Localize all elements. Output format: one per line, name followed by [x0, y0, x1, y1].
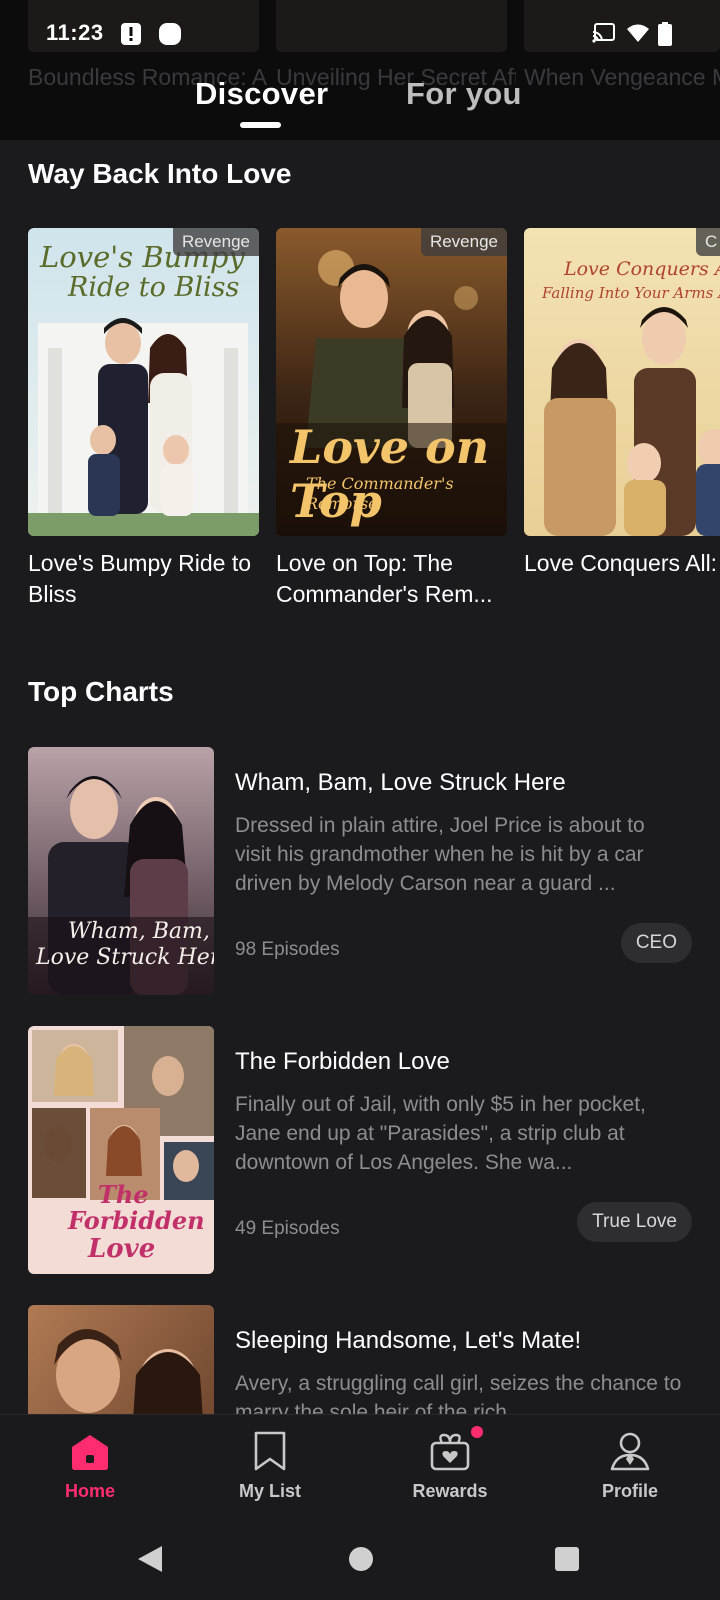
nav-item-my-list[interactable]: My List	[180, 1415, 360, 1519]
poster-title-text: The	[98, 1180, 149, 1209]
genre-tag: Revenge	[172, 228, 259, 256]
nav-item-home[interactable]: Home	[0, 1415, 180, 1519]
genre-tag: C	[696, 228, 720, 256]
drama-card[interactable]: Love on Top The Commander's Remorse Reve…	[276, 228, 507, 610]
home-button-icon[interactable]	[348, 1546, 374, 1572]
drama-title[interactable]: Wham, Bam, Love Struck Here	[235, 769, 566, 797]
episode-count: 49 Episodes	[235, 1218, 340, 1239]
bottom-navigation: Home My List Rewards Profile	[0, 1414, 720, 1518]
drama-title[interactable]: Love's Bumpy Ride to Bliss	[28, 548, 259, 610]
top-header: Boundless Romance: Allure B... Unveiling…	[0, 0, 720, 140]
back-icon[interactable]	[136, 1544, 164, 1574]
episode-count: 98 Episodes	[235, 939, 340, 960]
cast-icon	[592, 23, 615, 43]
poster-title-text: Wham, Bam,	[68, 919, 210, 944]
nav-item-rewards[interactable]: Rewards	[360, 1415, 540, 1519]
drama-poster[interactable]: Wham, Bam, Love Struck Here	[28, 747, 214, 995]
tab-for-you[interactable]: For you	[406, 76, 522, 112]
poster-title-text: Forbidden	[68, 1206, 205, 1235]
nav-label: Profile	[601, 1481, 658, 1501]
recent-apps-icon[interactable]	[554, 1546, 580, 1572]
nav-item-profile[interactable]: Profile	[540, 1415, 720, 1519]
drama-title[interactable]: Love Conquers All: Falling Into Your A	[524, 548, 720, 610]
drama-poster[interactable]: Love's Bumpy Ride to Bliss Revenge	[28, 228, 259, 536]
active-tab-indicator	[240, 122, 281, 128]
bookmark-icon	[254, 1431, 286, 1471]
wifi-icon	[627, 24, 649, 42]
drama-card[interactable]: Love's Bumpy Ride to Bliss Revenge Love'…	[28, 228, 259, 610]
nav-label: My List	[238, 1481, 301, 1501]
genre-tag: Revenge	[420, 228, 507, 256]
drama-poster[interactable]	[28, 1305, 214, 1414]
notification-dot	[471, 1426, 483, 1438]
nav-label: Home	[64, 1481, 115, 1501]
poster-title-text: Love Conquers All:	[564, 258, 720, 280]
drama-title[interactable]: Love on Top: The Commander's Rem...	[276, 548, 507, 610]
poster-title-text: Love	[88, 1234, 156, 1264]
drama-title[interactable]: Sleeping Handsome, Let's Mate!	[235, 1327, 581, 1355]
section-title-top-charts: Top Charts	[28, 676, 174, 707]
nav-label: Rewards	[412, 1481, 488, 1501]
drama-poster[interactable]: Love Conquers All: Falling Into Your Arm…	[524, 228, 720, 536]
poster-title-text: Love Struck Here	[36, 945, 214, 970]
genre-tag: True Love	[577, 1202, 692, 1242]
drama-card[interactable]: Love Conquers All: Falling Into Your Arm…	[524, 228, 720, 610]
status-bar: 11:23	[0, 0, 720, 60]
poster-image-sleeping-handsome	[28, 1305, 214, 1414]
status-time: 11:23	[46, 20, 104, 45]
list-item[interactable]: The Forbidden Love The Forbidden Love Fi…	[28, 1026, 692, 1274]
drama-description: Avery, a struggling call girl, seizes th…	[235, 1372, 682, 1414]
home-icon	[72, 1435, 108, 1470]
poster-subtitle-text: Falling Into Your Arms Ag	[542, 284, 720, 302]
main-tabs: Discover For you	[0, 72, 720, 132]
system-navigation-bar	[0, 1518, 720, 1600]
list-item[interactable]: Sleeping Handsome, Let's Mate! Avery, a …	[28, 1305, 692, 1414]
poster-title-text: Ride to Bliss	[68, 272, 240, 303]
tab-discover[interactable]: Discover	[195, 76, 328, 112]
drama-description: Finally out of Jail, with only $5 in her…	[235, 1093, 646, 1174]
battery-icon	[658, 22, 672, 46]
profile-icon	[610, 1432, 650, 1471]
section-title-way-back: Way Back Into Love	[28, 158, 292, 189]
poster-subtitle-text: The Commander's	[306, 474, 454, 493]
genre-tag: CEO	[620, 923, 692, 963]
poster-subtitle-text: Remorse	[306, 494, 378, 513]
drama-title[interactable]: The Forbidden Love	[235, 1048, 450, 1076]
list-item[interactable]: Wham, Bam, Love Struck Here Wham, Bam, L…	[28, 747, 692, 995]
app-notification-icon	[159, 23, 181, 45]
drama-poster[interactable]: Love on Top The Commander's Remorse Reve…	[276, 228, 507, 536]
drama-poster[interactable]: The Forbidden Love	[28, 1026, 214, 1274]
alert-notification-icon	[121, 23, 141, 45]
drama-description: Dressed in plain attire, Joel Price is a…	[235, 814, 645, 895]
gift-icon	[430, 1433, 470, 1471]
